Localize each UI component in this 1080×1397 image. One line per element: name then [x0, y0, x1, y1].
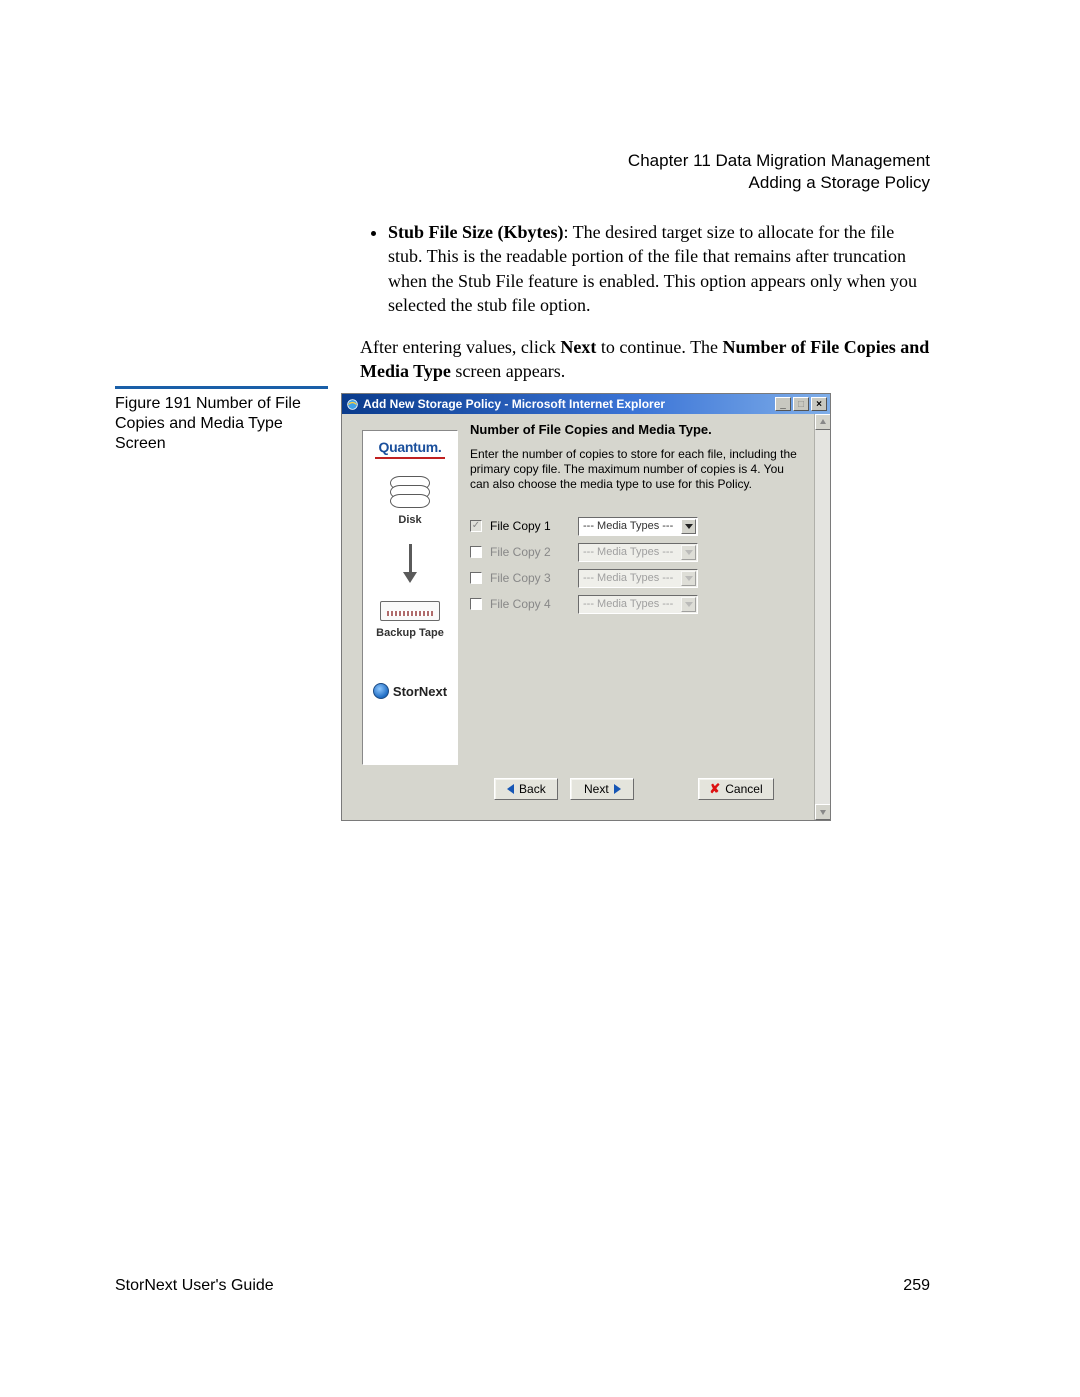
copy-3-label: File Copy 3 — [490, 571, 578, 585]
triangle-right-icon — [614, 784, 621, 794]
dropdown-arrow-icon — [681, 597, 696, 612]
page: Chapter 11 Data Migration Management Add… — [0, 0, 1080, 1397]
copy-1-checkbox[interactable]: ✓ — [470, 520, 482, 532]
button-row: Back Next ✘ Cancel — [350, 778, 798, 800]
quantum-underline — [375, 457, 445, 459]
copy-2-media-select[interactable]: --- Media Types --- — [578, 543, 698, 562]
stornext-logo: StorNext — [373, 683, 447, 699]
window-title: Add New Storage Policy - Microsoft Inter… — [363, 397, 773, 411]
disk-icon — [390, 481, 430, 508]
vertical-scrollbar[interactable] — [814, 414, 830, 820]
footer-page-number: 259 — [903, 1277, 930, 1295]
back-button[interactable]: Back — [494, 778, 558, 800]
main-panel: Number of File Copies and Media Type. En… — [470, 422, 806, 618]
copy-1-label: File Copy 1 — [490, 519, 578, 533]
section-title: Adding a Storage Policy — [628, 172, 930, 194]
arrow-down-icon — [403, 544, 417, 583]
scroll-up-button[interactable] — [815, 414, 830, 430]
bullet-item: Stub File Size (Kbytes): The desired tar… — [388, 220, 930, 317]
copy-row-3: File Copy 3 --- Media Types --- — [470, 566, 806, 590]
minimize-button[interactable]: _ — [775, 397, 791, 411]
check-icon: ✓ — [472, 521, 480, 531]
panel-heading: Number of File Copies and Media Type. — [470, 422, 806, 437]
copy-row-4: File Copy 4 --- Media Types --- — [470, 592, 806, 616]
copy-2-label: File Copy 2 — [490, 545, 578, 559]
tape-label: Backup Tape — [376, 627, 444, 639]
copy-2-checkbox[interactable] — [470, 546, 482, 558]
next-button[interactable]: Next — [570, 778, 634, 800]
paragraph: After entering values, click Next to con… — [360, 335, 930, 384]
ie-icon — [345, 397, 359, 411]
triangle-left-icon — [507, 784, 514, 794]
chapter-title: Chapter 11 Data Migration Management — [628, 150, 930, 172]
window-titlebar: Add New Storage Policy - Microsoft Inter… — [342, 394, 830, 414]
client-area: Quantum. Disk Backup Tape — [342, 414, 830, 820]
x-icon: ✘ — [709, 781, 720, 797]
content-inner: Quantum. Disk Backup Tape — [350, 414, 814, 820]
left-panel: Quantum. Disk Backup Tape — [362, 430, 458, 765]
globe-icon — [373, 683, 389, 699]
footer-guide: StorNext User's Guide — [115, 1277, 274, 1295]
dropdown-arrow-icon — [681, 545, 696, 560]
copy-4-checkbox[interactable] — [470, 598, 482, 610]
bullet-label: Stub File Size (Kbytes) — [388, 222, 564, 242]
close-button[interactable]: × — [811, 397, 827, 411]
page-header: Chapter 11 Data Migration Management Add… — [628, 150, 930, 194]
quantum-logo: Quantum. — [379, 439, 442, 455]
maximize-button[interactable]: □ — [793, 397, 809, 411]
screenshot-window: Add New Storage Policy - Microsoft Inter… — [341, 393, 831, 821]
tape-icon — [380, 601, 440, 621]
copy-4-label: File Copy 4 — [490, 597, 578, 611]
copy-1-media-select[interactable]: --- Media Types --- — [578, 517, 698, 536]
figure-caption: Figure 191 Number of File Copies and Med… — [115, 394, 335, 454]
disk-label: Disk — [398, 514, 421, 526]
copy-row-1: ✓ File Copy 1 --- Media Types --- — [470, 514, 806, 538]
copy-row-2: File Copy 2 --- Media Types --- — [470, 540, 806, 564]
scroll-down-button[interactable] — [815, 804, 830, 820]
dropdown-arrow-icon — [681, 571, 696, 586]
dropdown-arrow-icon — [681, 519, 696, 534]
panel-description: Enter the number of copies to store for … — [470, 447, 806, 492]
copy-3-media-select[interactable]: --- Media Types --- — [578, 569, 698, 588]
cancel-button[interactable]: ✘ Cancel — [698, 778, 773, 800]
copy-4-media-select[interactable]: --- Media Types --- — [578, 595, 698, 614]
copy-3-checkbox[interactable] — [470, 572, 482, 584]
figure-rule — [115, 386, 328, 389]
body-text: Stub File Size (Kbytes): The desired tar… — [360, 220, 930, 402]
